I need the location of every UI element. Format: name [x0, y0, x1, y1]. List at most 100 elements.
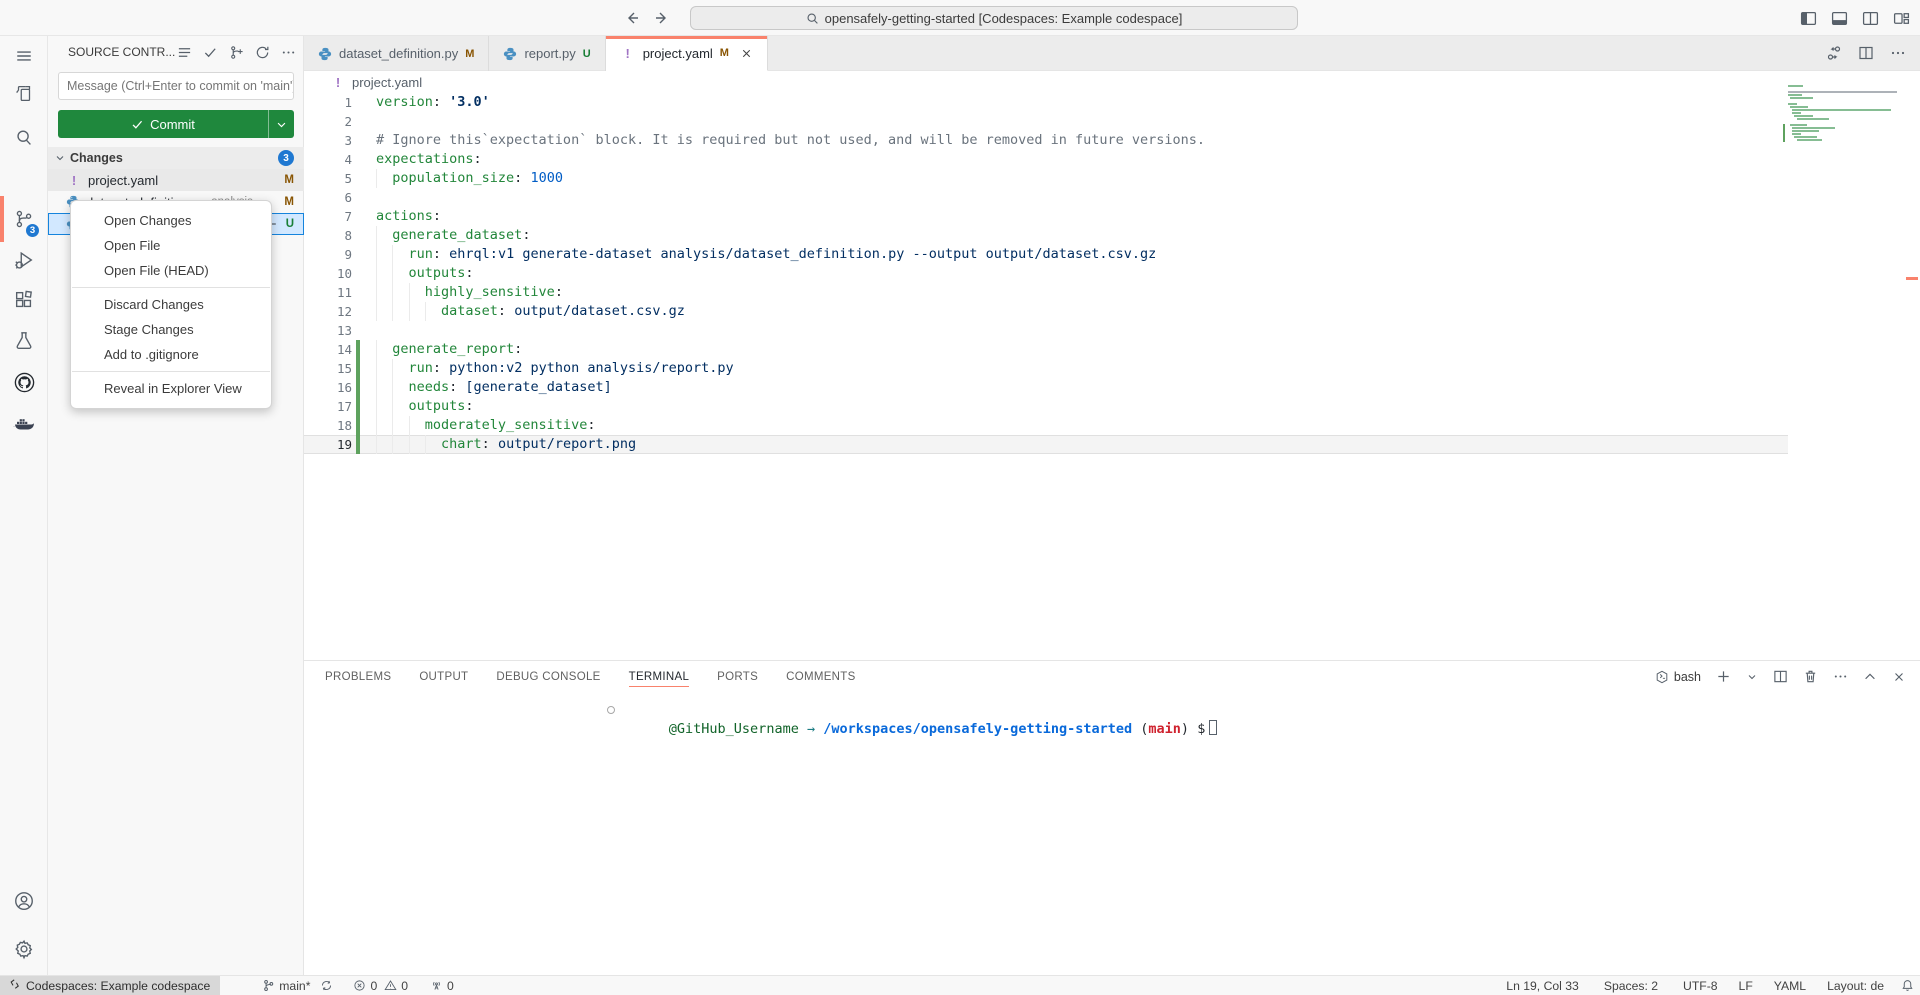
ports-status-item[interactable]: 0: [424, 976, 460, 995]
search-view-icon[interactable]: [0, 118, 48, 158]
scm-file-project-yaml[interactable]: ! project.yaml M: [48, 169, 304, 191]
view-as-list-icon[interactable]: [177, 45, 192, 60]
python-file-icon: [318, 47, 332, 61]
terminal-cwd: /workspaces/opensafely-getting-started: [823, 721, 1132, 737]
maximize-panel-icon[interactable]: [1863, 670, 1877, 684]
customize-layout-icon[interactable]: [1893, 10, 1910, 27]
terminal[interactable]: @GitHub_Username → /workspaces/opensafel…: [304, 701, 1920, 720]
commit-dropdown-button[interactable]: [268, 110, 294, 138]
tab-label: dataset_definition.py: [339, 46, 458, 61]
editor-code-area[interactable]: 1version: '3.0'23# Ignore this`expectati…: [304, 93, 1920, 660]
terminal-git-branch: main: [1148, 721, 1181, 737]
back-icon[interactable]: [624, 10, 640, 26]
panel-tab-terminal[interactable]: TERMINAL: [629, 661, 690, 692]
more-actions-icon[interactable]: [281, 45, 296, 60]
minimap-line: [1788, 139, 1906, 141]
notifications-bell-icon[interactable]: [1901, 979, 1914, 992]
tab-label: project.yaml: [643, 46, 713, 61]
split-terminal-icon[interactable]: [1773, 669, 1788, 684]
file-name: project.yaml: [88, 173, 158, 188]
commit-button[interactable]: Commit: [58, 110, 294, 138]
changes-section-header[interactable]: Changes 3: [48, 147, 304, 169]
testing-beaker-icon[interactable]: [0, 321, 48, 361]
refresh-icon[interactable]: [255, 45, 270, 60]
title-bar: opensafely-getting-started [Codespaces: …: [0, 0, 1920, 36]
overview-ruler[interactable]: [1906, 36, 1920, 660]
panel-tab-ports[interactable]: PORTS: [717, 661, 758, 692]
sync-icon: [320, 979, 333, 992]
commit-message-input[interactable]: Message (Ctrl+Enter to commit on 'main'): [58, 72, 294, 100]
line-number: 9: [304, 245, 352, 264]
encoding-item[interactable]: UTF-8: [1677, 976, 1724, 995]
source-control-icon[interactable]: [0, 199, 48, 239]
code-line: 8 generate_dataset:: [304, 226, 1788, 245]
menu-item-open-changes[interactable]: Open Changes: [71, 208, 271, 233]
minimap-line: [1788, 88, 1906, 90]
panel-tab-output[interactable]: OUTPUT: [419, 661, 468, 692]
yaml-file-icon: !: [620, 46, 636, 61]
panel-more-actions-icon[interactable]: [1833, 669, 1848, 684]
terminal-dropdown-icon[interactable]: [1746, 671, 1758, 683]
editor-more-actions-icon[interactable]: [1890, 45, 1906, 61]
branch-status-item[interactable]: main*: [256, 976, 339, 995]
editor-tab-bar: dataset_definition.py M report.py U ! pr…: [304, 36, 1920, 71]
close-tab-icon[interactable]: [740, 47, 753, 60]
forward-icon[interactable]: [654, 10, 670, 26]
panel-tab-comments[interactable]: COMMENTS: [786, 661, 855, 692]
remote-label: Codespaces: Example codespace: [26, 979, 210, 993]
indentation-item[interactable]: Spaces: 2: [1598, 976, 1664, 995]
split-editor-icon[interactable]: [1858, 45, 1874, 61]
tab-report-py[interactable]: report.py U: [489, 36, 605, 71]
minimap[interactable]: [1788, 85, 1906, 175]
split-editor-layout-icon[interactable]: [1862, 10, 1879, 27]
open-changes-icon[interactable]: [1826, 45, 1842, 61]
new-terminal-icon[interactable]: [1716, 669, 1731, 684]
kill-terminal-trash-icon[interactable]: [1803, 669, 1818, 684]
menu-item-open-file[interactable]: Open File: [71, 233, 271, 258]
tab-dataset-definition[interactable]: dataset_definition.py M: [304, 36, 489, 71]
line-number: 1: [304, 93, 352, 112]
line-number: 19: [304, 435, 352, 454]
eol-item[interactable]: LF: [1733, 976, 1759, 995]
menu-item-discard-changes[interactable]: Discard Changes: [71, 292, 271, 317]
account-icon[interactable]: [0, 881, 48, 921]
shell-name: bash: [1674, 670, 1701, 684]
toggle-sidebar-icon[interactable]: [1800, 10, 1817, 27]
remote-indicator[interactable]: Codespaces: Example codespace: [0, 976, 220, 995]
code-line: 6: [304, 188, 1788, 207]
terminal-prompt-char: $: [1197, 721, 1205, 737]
settings-gear-icon[interactable]: [0, 929, 48, 969]
github-icon[interactable]: [0, 362, 48, 402]
terminal-shell-label[interactable]: bash: [1655, 670, 1701, 684]
code-line: 12 dataset: output/dataset.csv.gz: [304, 302, 1788, 321]
terminal-username: @GitHub_Username: [669, 721, 799, 737]
menu-item-add-to-gitignore[interactable]: Add to .gitignore: [71, 342, 271, 367]
menu-item-reveal-in-explorer[interactable]: Reveal in Explorer View: [71, 376, 271, 401]
toggle-panel-icon[interactable]: [1831, 10, 1848, 27]
menu-item-open-file-head[interactable]: Open File (HEAD): [71, 258, 271, 283]
panel-tab-problems[interactable]: PROBLEMS: [325, 661, 391, 692]
problems-status-item[interactable]: 0 0: [347, 976, 414, 995]
menu-icon[interactable]: [0, 36, 48, 76]
tab-project-yaml[interactable]: ! project.yaml M: [606, 36, 768, 71]
minimap-line: [1788, 130, 1906, 132]
minimap-line: [1788, 121, 1906, 123]
extensions-icon[interactable]: [0, 280, 48, 320]
menu-item-stage-changes[interactable]: Stage Changes: [71, 317, 271, 342]
code-line: 10 outputs:: [304, 264, 1788, 283]
keyboard-layout-item[interactable]: Layout: de: [1821, 976, 1890, 995]
explorer-icon[interactable]: [0, 74, 48, 114]
breadcrumb[interactable]: ! project.yaml: [304, 71, 1920, 93]
run-debug-icon[interactable]: [0, 240, 48, 280]
branch-create-icon[interactable]: [229, 45, 244, 60]
language-mode-item[interactable]: YAML: [1768, 976, 1812, 995]
code-line: 19 chart: output/report.png: [304, 435, 1788, 454]
panel-tab-debug-console[interactable]: DEBUG CONSOLE: [496, 661, 600, 692]
close-panel-icon[interactable]: [1892, 670, 1906, 684]
command-center-search[interactable]: opensafely-getting-started [Codespaces: …: [690, 6, 1298, 30]
docker-icon[interactable]: [0, 404, 48, 444]
cursor-position-item[interactable]: Ln 19, Col 33: [1500, 976, 1585, 995]
minimap-line: [1788, 109, 1906, 111]
code-line: 3# Ignore this`expectation` block. It is…: [304, 131, 1788, 150]
commit-check-icon[interactable]: [203, 45, 218, 60]
